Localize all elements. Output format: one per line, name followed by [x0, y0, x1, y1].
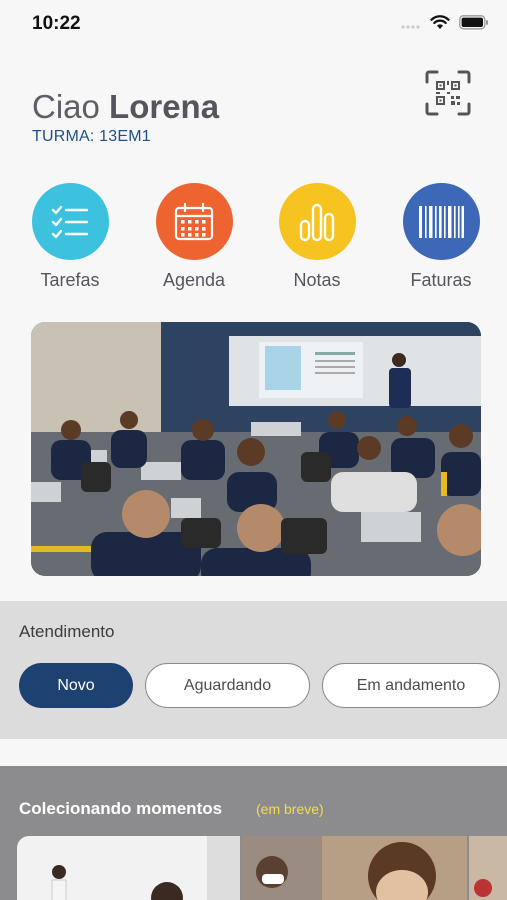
attendance-title: Atendimento	[19, 622, 115, 641]
greeting: Ciao Lorena	[32, 88, 219, 126]
user-name: Lorena	[109, 88, 220, 125]
tab-em-andamento[interactable]: Em andamento	[322, 663, 500, 708]
classroom-photo	[31, 322, 481, 576]
attendance-section: Atendimento Novo Aguardando Em andamento	[0, 601, 507, 739]
moment-photo	[17, 836, 240, 900]
signal-icon	[401, 16, 421, 34]
shortcut-agenda-circle	[155, 183, 233, 260]
moments-title: Colecionando momentos	[19, 799, 223, 818]
status-time: 10:22	[32, 13, 81, 34]
shortcut-notas-label: Notas	[293, 270, 341, 290]
shortcut-faturas-label: Faturas	[410, 270, 472, 290]
shortcut-agenda-label: Agenda	[162, 270, 226, 290]
shortcut-grid: Tarefas Agenda Notas Faturas	[0, 183, 507, 298]
tab-aguardando[interactable]: Aguardando	[145, 663, 310, 708]
greeting-prefix: Ciao	[32, 88, 100, 125]
status-icons	[401, 15, 489, 35]
checklist-icon	[51, 205, 89, 238]
moment-card[interactable]	[17, 836, 240, 900]
shortcut-tarefas-label: Tarefas	[40, 270, 100, 290]
tab-novo[interactable]: Novo	[19, 663, 133, 708]
wifi-icon	[430, 15, 450, 35]
calendar-icon	[174, 202, 214, 240]
barcode-icon	[419, 205, 464, 238]
moment-card[interactable]	[469, 836, 507, 900]
shortcut-faturas-circle	[402, 183, 480, 260]
shortcut-notas[interactable]: Notas	[262, 183, 372, 291]
qr-code-icon	[425, 70, 471, 116]
qr-code-button[interactable]	[425, 70, 471, 116]
moment-card[interactable]	[242, 836, 467, 900]
banner-image[interactable]	[31, 322, 481, 576]
moment-photo	[469, 836, 507, 900]
shortcut-tarefas-circle	[31, 183, 109, 260]
moment-photo	[242, 836, 467, 900]
shortcut-notas-circle	[278, 183, 356, 260]
bar-chart-icon	[299, 203, 335, 241]
status-bar: 10:22	[0, 0, 507, 50]
moments-section: Colecionando momentos (em breve)	[0, 766, 507, 900]
coming-soon-badge: (em breve)	[256, 801, 324, 817]
battery-icon	[459, 15, 489, 35]
shortcut-faturas[interactable]: Faturas	[386, 183, 496, 291]
class-label: TURMA: 13EM1	[32, 128, 151, 145]
shortcut-agenda[interactable]: Agenda	[139, 183, 249, 291]
shortcut-tarefas[interactable]: Tarefas	[15, 183, 125, 291]
